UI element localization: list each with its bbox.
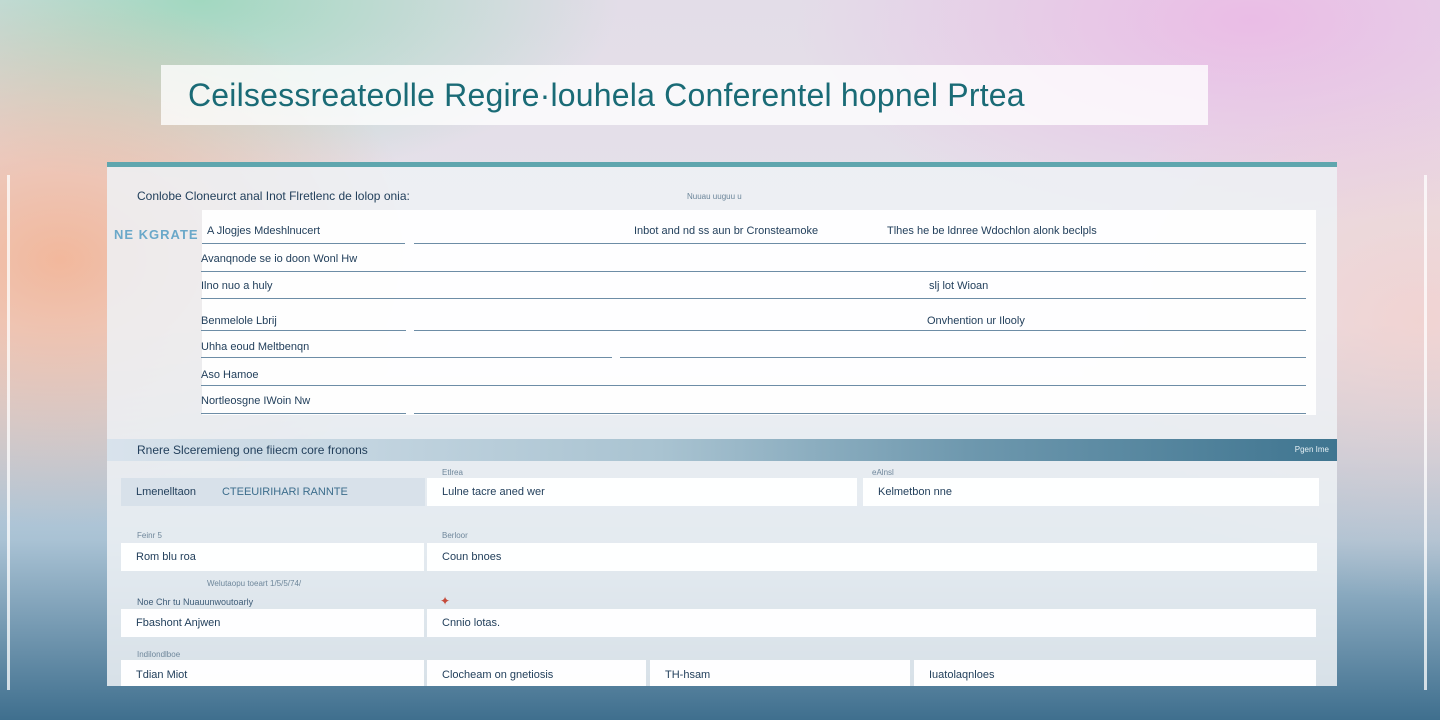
section-side-tag: NE KGRATE (114, 227, 199, 242)
field-caption: Berloor (442, 531, 468, 540)
input-underline[interactable] (201, 413, 406, 414)
section-two-badge: Pgen Ime (1294, 445, 1329, 454)
field-note: Welutaopu toeart 1/5/5/74/ (207, 579, 302, 588)
text-input[interactable]: Rom blu roa (121, 543, 424, 571)
input-underline[interactable] (201, 330, 406, 331)
section-two-title: Rnere Slceremieng one fiiecm core fronon… (137, 443, 368, 457)
field-label: Uhha eoud Meltbenqn (201, 341, 310, 353)
field-label: Aso Hamoe (201, 369, 259, 381)
text-input[interactable]: Kelmetbon nne (863, 478, 1319, 506)
field-label: Tlhes he be ldnree Wdochlon alonk beclpl… (887, 225, 1097, 237)
field-label: Onvhention ur Ilooly (927, 315, 1025, 327)
field-caption: Feinr 5 (137, 531, 162, 540)
field-caption: eAlnsl (872, 468, 894, 477)
field-note: Noe Chr tu Nuauunwoutoarly (137, 597, 254, 607)
text-input[interactable]: Fbashont Anjwen (121, 609, 424, 637)
page-title: Ceilsessreateolle Regire·louhela Confere… (188, 76, 1025, 113)
field-label: Ilno nuo a huly (201, 280, 273, 292)
field-label: Benmelole Lbrij (201, 315, 277, 327)
title-bar: Ceilsessreateolle Regire·louhela Confere… (161, 65, 1208, 125)
field-label: Inbot and nd ss aun br Cronsteamoke (634, 225, 819, 237)
text-input[interactable]: Tdian Miot (121, 660, 424, 686)
field-label: Avanqnode se io doon Wonl Hw (201, 253, 358, 265)
input-underline[interactable] (414, 330, 1306, 331)
field-label: slj lot Wioan (929, 280, 989, 292)
input-underline[interactable] (201, 385, 1306, 386)
category-field[interactable]: Lmenelltaon CTEEUIRIHARI RANNTE (121, 478, 425, 506)
text-input[interactable]: Cnnio lotas. (427, 609, 1316, 637)
category-value: CTEEUIRIHARI RANNTE (221, 486, 348, 498)
left-edge-line (7, 175, 10, 690)
field-caption: Etlrea (442, 468, 463, 477)
text-input[interactable]: TH-hsam (650, 660, 910, 686)
input-underline[interactable] (620, 357, 1306, 358)
input-underline[interactable] (201, 357, 612, 358)
required-marker-icon: ✦ (440, 594, 451, 608)
input-underline[interactable] (414, 413, 1306, 414)
text-input[interactable]: Lulne tacre aned wer (427, 478, 857, 506)
input-underline[interactable] (201, 271, 1306, 272)
text-input[interactable]: Iuatolaqnloes (914, 660, 1316, 686)
panel-heading-note: Nuuau uuguu u (687, 192, 742, 201)
field-label: Nortleosgne IWoin Nw (201, 395, 311, 407)
field-caption: Indilondlboe (137, 650, 181, 659)
text-input[interactable]: Coun bnoes (427, 543, 1317, 571)
field-label: A Jlogjes Mdeshlnucert (207, 225, 321, 237)
form-panel: Conlobe Cloneurct anal Inot Flretlenc de… (107, 162, 1337, 686)
right-edge-line (1424, 175, 1427, 690)
input-underline[interactable] (202, 243, 405, 244)
text-input[interactable]: Clocheam on gnetiosis (427, 660, 646, 686)
panel-heading: Conlobe Cloneurct anal Inot Flretlenc de… (137, 189, 410, 203)
category-label: Lmenelltaon (136, 486, 196, 498)
section-two-header: Rnere Slceremieng one fiiecm core fronon… (107, 439, 1337, 461)
input-underline[interactable] (414, 243, 1306, 244)
input-underline[interactable] (201, 298, 1306, 299)
